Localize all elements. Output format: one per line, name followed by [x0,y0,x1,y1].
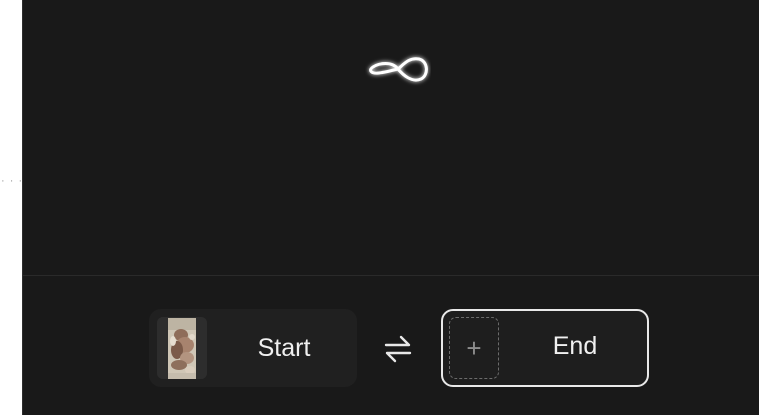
add-end-frame-slot[interactable]: + [449,317,499,379]
start-frame-thumbnail [157,317,207,379]
swap-arrows-icon[interactable] [383,332,413,366]
start-frame-label: Start [257,333,311,362]
editor-panel: Start + End [22,0,759,415]
more-options-dots[interactable]: · · · [1,176,23,187]
end-frame-label: End [552,331,598,360]
infinity-icon [369,57,428,82]
page: · · · Start + End [0,0,759,415]
thumbnail-image [157,317,207,379]
frames-row: Start + End [23,277,759,415]
end-frame-card[interactable]: + End [441,309,649,387]
preview-area [23,0,759,276]
start-frame-card[interactable]: Start [149,309,357,387]
plus-icon: + [466,333,482,363]
